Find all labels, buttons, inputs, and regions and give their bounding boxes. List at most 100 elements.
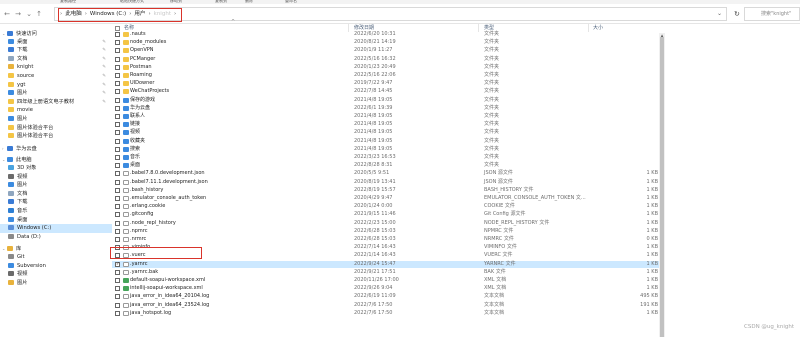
file-row[interactable]: .yarnrc.bak 2022/9/21 17:51 BAK 文件 1 KB xyxy=(112,269,660,276)
row-checkbox[interactable] xyxy=(115,278,120,283)
file-row[interactable]: intellij-soapui-workspace.xml 2022/9/26 9… xyxy=(112,285,660,292)
file-row[interactable]: 收藏夹 2021/4/8 19:05 文件夹 xyxy=(112,138,660,145)
row-checkbox[interactable] xyxy=(115,81,120,87)
nav-item[interactable]: › 华为云盘 xyxy=(0,144,112,153)
file-type: 文本文档 xyxy=(484,309,505,316)
row-checkbox[interactable] xyxy=(115,122,120,128)
row-checkbox[interactable] xyxy=(115,228,120,234)
row-checkbox[interactable] xyxy=(115,310,120,316)
file-row[interactable]: Postman 2020/1/23 20:49 文件夹 xyxy=(112,64,660,71)
row-checkbox[interactable] xyxy=(115,204,120,210)
file-row[interactable]: 搜索 2021/4/8 19:05 文件夹 xyxy=(112,146,660,153)
row-checkbox[interactable] xyxy=(115,302,120,308)
row-checkbox[interactable] xyxy=(115,105,120,111)
file-size: 1 KB xyxy=(646,260,658,267)
scrollbar-thumb[interactable] xyxy=(660,37,664,337)
row-checkbox[interactable] xyxy=(115,163,120,169)
row-checkbox[interactable]: ✓ xyxy=(115,261,120,267)
row-checkbox[interactable] xyxy=(115,286,120,292)
nav-item[interactable]: 图片体验合平台 xyxy=(0,132,112,141)
file-row[interactable]: .babel7.11.1.development.json 2020/8/19 1… xyxy=(112,179,660,186)
nav-item[interactable]: 图片 xyxy=(0,279,112,288)
file-row[interactable]: node_modules 2020/8/21 14:19 文件夹 xyxy=(112,39,660,46)
file-date: 2022/3/23 16:53 xyxy=(354,154,396,160)
row-checkbox[interactable] xyxy=(115,89,120,95)
up-arrow-icon[interactable]: ↑ xyxy=(34,8,44,20)
file-row[interactable]: ✓ .yarnrc 2022/9/24 15:47 YARNRC 文件 1 KB xyxy=(112,260,660,268)
file-type: 文件夹 xyxy=(484,47,500,54)
file-type: Git Config 源文件 xyxy=(484,211,526,218)
row-checkbox[interactable] xyxy=(115,179,120,185)
file-row[interactable]: java_error_in_idea64_23524.log 2022/7/6 1… xyxy=(112,302,660,309)
forward-arrow-icon[interactable]: → xyxy=(13,8,23,20)
file-row[interactable]: OpenVPN 2020/1/9 11:27 文件夹 xyxy=(112,47,660,54)
row-checkbox[interactable] xyxy=(115,48,120,54)
file-row[interactable]: 华为云盘 2022/6/1 19:39 文件夹 xyxy=(112,105,660,112)
file-row[interactable]: 视频 2021/4/8 19:05 文件夹 xyxy=(112,129,660,136)
recent-locations-icon[interactable]: ⌄ xyxy=(24,8,34,20)
row-checkbox[interactable] xyxy=(115,220,120,226)
row-checkbox[interactable] xyxy=(115,196,120,201)
file-size: 1 KB xyxy=(646,186,658,193)
file-row[interactable]: 音乐 2022/3/23 16:53 文件夹 xyxy=(112,154,660,161)
refresh-icon[interactable]: ↻ xyxy=(734,10,740,18)
file-row[interactable]: WeChatProjects 2022/7/8 14:45 文件夹 xyxy=(112,88,660,95)
row-checkbox[interactable] xyxy=(115,155,120,160)
file-date: 2020/8/21 14:19 xyxy=(354,39,396,46)
row-checkbox[interactable] xyxy=(115,294,120,300)
row-checkbox[interactable] xyxy=(115,73,120,78)
file-type: 文件夹 xyxy=(484,121,500,128)
row-checkbox[interactable] xyxy=(115,64,120,70)
file-row[interactable]: 桌面 2022/8/28 8:31 文件夹 xyxy=(112,162,660,169)
row-checkbox[interactable] xyxy=(115,171,120,177)
file-row[interactable]: .npmrc 2022/6/28 15:03 NPMRC 文件 1 KB xyxy=(112,228,660,235)
file-type: COOKIE 文件 xyxy=(484,203,515,210)
row-checkbox[interactable] xyxy=(115,212,120,218)
file-row[interactable]: 联系人 2021/4/8 19:05 文件夹 xyxy=(112,113,660,120)
file-row[interactable]: UIDowner 2019/7/22 9:47 文件夹 xyxy=(112,80,660,87)
folder-icon xyxy=(123,56,129,62)
nav-item[interactable]: Data (D:) xyxy=(0,233,112,242)
chevron-down-icon[interactable]: ⌄ xyxy=(717,10,722,17)
search-input[interactable]: 搜索"knight" xyxy=(744,7,800,21)
file-row[interactable]: .nrmrc 2022/6/28 15:03 NRMRC 文件 0 KB xyxy=(112,236,660,243)
file-date: 2022/2/23 15:00 xyxy=(354,219,396,226)
row-checkbox[interactable] xyxy=(115,146,120,152)
file-date: 2020/4/29 9:47 xyxy=(354,195,393,201)
file-icon xyxy=(123,196,129,201)
row-checkbox[interactable] xyxy=(115,40,120,46)
file-row[interactable]: default-soapui-workspace.xml 2020/11/26 1… xyxy=(112,277,660,284)
row-checkbox[interactable] xyxy=(115,138,120,144)
file-size: 1 KB xyxy=(646,195,658,201)
row-checkbox[interactable] xyxy=(115,56,120,62)
file-row[interactable]: 保存的游戏 2021/4/8 19:05 文件夹 xyxy=(112,97,660,104)
file-list-scrollbar[interactable]: ▲ xyxy=(659,33,665,337)
file-size: 1 KB xyxy=(646,268,658,275)
file-row[interactable]: .erlang.cookie 2020/1/24 0:00 COOKIE 文件 1 K… xyxy=(112,203,660,210)
file-name: 收藏夹 xyxy=(130,137,146,144)
row-checkbox[interactable] xyxy=(115,237,120,242)
row-checkbox[interactable] xyxy=(115,269,120,275)
file-row[interactable]: .emulator_console_auth_token 2020/4/29 9:… xyxy=(112,195,660,202)
drive-icon xyxy=(8,225,14,231)
file-row[interactable]: java_error_in_idea64_20104.log 2022/6/19 … xyxy=(112,293,660,300)
row-checkbox[interactable] xyxy=(115,114,120,119)
file-date: 2020/8/19 13:41 xyxy=(354,178,396,185)
file-row[interactable]: java_hotspot.log 2022/7/6 17:50 文本文档 1 KB xyxy=(112,310,660,317)
cloud-folder-icon xyxy=(123,105,129,111)
file-row[interactable]: .babel7.8.0.development.json 2020/5/5 9:5… xyxy=(112,170,660,177)
file-date: 2020/1/23 20:49 xyxy=(354,63,396,70)
file-row[interactable]: 链接 2021/4/8 19:05 文件夹 xyxy=(112,121,660,128)
row-checkbox[interactable] xyxy=(115,130,120,136)
file-row[interactable]: Roaming 2022/5/16 22:06 文件夹 xyxy=(112,72,660,79)
file-date: 2022/7/8 14:45 xyxy=(354,88,393,95)
file-row[interactable]: .gitconfig 2021/9/15 11:46 Git Config 源文件 1… xyxy=(112,211,660,218)
file-row[interactable]: .node_repl_history 2022/2/23 15:00 NODE_RE… xyxy=(112,220,660,227)
file-row[interactable]: PCManger 2022/5/16 16:32 文件夹 xyxy=(112,56,660,63)
file-row[interactable]: .nauts 2022/6/20 10:31 文件夹 xyxy=(112,31,660,38)
row-checkbox[interactable] xyxy=(115,32,120,37)
row-checkbox[interactable] xyxy=(115,97,120,103)
file-row[interactable]: .bash_history 2022/8/19 15:57 BASH_HISTORY… xyxy=(112,187,660,194)
back-arrow-icon[interactable]: ← xyxy=(2,8,12,20)
row-checkbox[interactable] xyxy=(115,187,120,193)
